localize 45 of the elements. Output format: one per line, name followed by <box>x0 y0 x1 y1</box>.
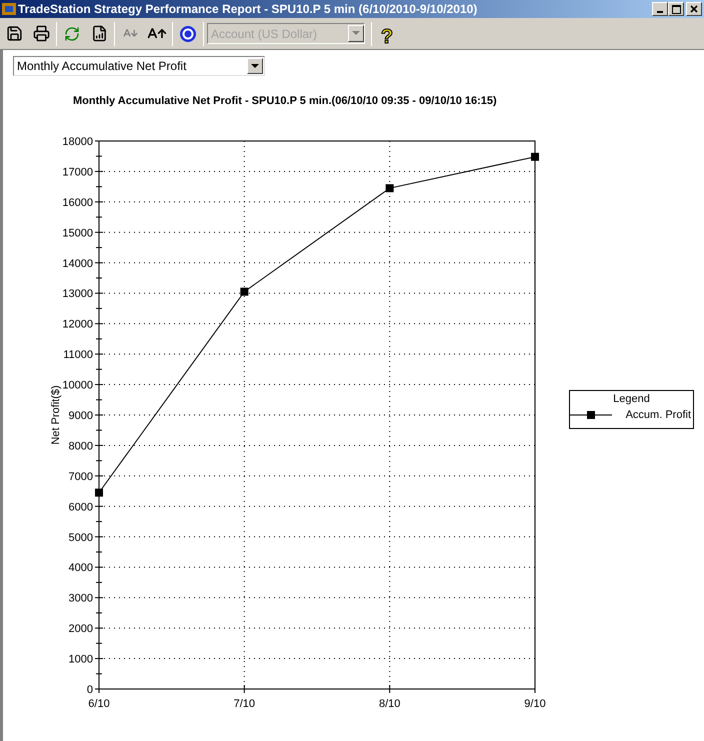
target-icon <box>179 24 197 42</box>
y-tick-label: 15000 <box>62 226 93 239</box>
maximize-icon <box>672 4 680 14</box>
dropdown-arrow-icon <box>352 31 360 36</box>
chart-document-icon <box>90 25 108 42</box>
y-tick-label: 11000 <box>63 348 93 361</box>
y-tick-label: 7000 <box>68 470 93 482</box>
y-tick-label: 13000 <box>62 288 93 300</box>
y-tick-label: 8000 <box>68 440 93 452</box>
y-tick-label: 4000 <box>68 562 93 574</box>
y-tick-label: 14000 <box>62 257 93 270</box>
x-tick-label: 6/10 <box>88 698 110 710</box>
y-tick-label: 10000 <box>62 379 93 392</box>
close-icon <box>690 5 698 13</box>
y-tick-label: 2000 <box>68 622 93 635</box>
help-button[interactable]: ? <box>375 22 399 46</box>
dropdown-arrow-icon <box>251 64 259 68</box>
chart-title: Monthly Accumulative Net Profit - SPU10.P 5 min.(06/10/10 09:35 - 09/10/10 16:15) <box>73 94 497 109</box>
save-icon <box>6 25 22 42</box>
maximize-button[interactable] <box>668 2 684 16</box>
app-icon <box>1 1 17 17</box>
y-tick-label: 12000 <box>62 318 93 330</box>
x-tick-label: 8/10 <box>378 698 400 710</box>
y-tick-label: 17000 <box>62 166 93 178</box>
y-tick-label: 6000 <box>68 500 93 513</box>
close-button[interactable] <box>686 2 702 16</box>
print-icon <box>32 25 50 42</box>
data-point <box>531 152 539 160</box>
legend-title: Legend <box>613 392 650 406</box>
window-title: TradeStation Strategy Performance Report - SPU10.P 5 min (6/10/2010-9/10/2010) <box>18 1 478 18</box>
y-tick-label: 3000 <box>68 592 93 604</box>
x-tick-label: 9/10 <box>524 698 546 710</box>
y-tick-label: 0 <box>86 684 93 696</box>
y-tick-label: 5000 <box>68 531 93 544</box>
y-tick-label: 9000 <box>68 410 93 422</box>
y-tick-label: 1000 <box>68 653 93 666</box>
y-tick-label: 16000 <box>62 196 93 208</box>
y-axis-label: Net Profit($) <box>50 384 62 444</box>
data-point <box>95 488 103 496</box>
refresh-icon <box>64 26 80 42</box>
legend-entry: Accum. Profit <box>626 408 692 423</box>
x-tick-label: 7/10 <box>234 698 256 710</box>
report-select[interactable]: Monthly Accumulative Net Profit <box>13 56 265 76</box>
y-tick-label: 18000 <box>62 136 93 148</box>
minimize-button[interactable] <box>652 2 668 16</box>
